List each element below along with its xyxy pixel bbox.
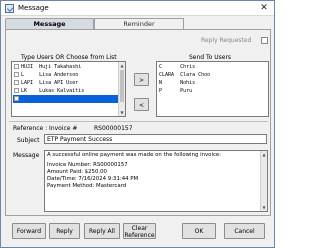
send-to-list[interactable]: C Chris CLARA Clara Choo N Nohis P Puru bbox=[156, 61, 269, 117]
subject-input[interactable]: ETP Payment Success bbox=[44, 134, 267, 144]
clear-reference-label-line2: Reference bbox=[124, 232, 155, 239]
user-checkbox[interactable] bbox=[14, 88, 19, 93]
user-checkbox[interactable] bbox=[14, 72, 19, 77]
title-bar: Message ✕ bbox=[1, 1, 274, 16]
recipient-code: P bbox=[159, 88, 163, 94]
list-item[interactable]: CLARA Clara Choo bbox=[159, 71, 259, 79]
scroll-up-icon[interactable]: ▲ bbox=[119, 62, 125, 69]
forward-button[interactable]: Forward bbox=[12, 223, 46, 239]
remove-user-button[interactable]: < bbox=[134, 98, 149, 111]
scroll-up-icon[interactable]: ▲ bbox=[261, 151, 267, 158]
recipient-name: Clara Choo bbox=[180, 72, 211, 78]
tab-message[interactable]: Message bbox=[5, 18, 94, 29]
add-user-button[interactable]: > bbox=[134, 73, 149, 86]
user-code: LK bbox=[21, 88, 28, 94]
reference-value: RS00000157 bbox=[94, 125, 133, 132]
reply-all-button[interactable]: Reply All bbox=[84, 223, 120, 239]
scroll-down-icon[interactable]: ▼ bbox=[261, 204, 267, 211]
message-line: Date/Time: 7/16/2024 9:31:44 PM bbox=[47, 176, 139, 182]
clear-reference-button[interactable]: Clear Reference bbox=[123, 223, 156, 239]
message-icon bbox=[5, 4, 14, 13]
list-item[interactable]: C Chris bbox=[159, 63, 259, 71]
send-to-users-label: Send To Users bbox=[189, 54, 232, 61]
user-code: L bbox=[21, 72, 25, 78]
user-checkbox[interactable] bbox=[14, 64, 19, 69]
close-icon[interactable]: ✕ bbox=[256, 2, 272, 14]
reply-requested-label: Reply Requested bbox=[201, 37, 252, 44]
message-line: Invoice Number: RS00000157 bbox=[47, 162, 128, 168]
message-scrollbar[interactable]: ▲ ▼ bbox=[260, 151, 267, 211]
subject-label: Subject bbox=[17, 137, 40, 144]
message-line: Amount Paid: $250.00 bbox=[47, 169, 107, 175]
message-line: A successful online payment was made on … bbox=[47, 152, 222, 158]
user-name: Huji Takahashi bbox=[39, 64, 82, 70]
user-list[interactable]: HUJI Huji Takahashi L Lisa Anderson LAPI… bbox=[11, 61, 126, 117]
list-item[interactable]: N Nohis bbox=[159, 79, 259, 87]
message-textarea[interactable]: A successful online payment was made on … bbox=[44, 150, 268, 212]
divider bbox=[9, 121, 268, 122]
message-window: Message ✕ Message Reminder Reply Request… bbox=[0, 0, 275, 248]
reference-label: Reference : Invoice # bbox=[13, 125, 78, 132]
list-item[interactable]: LAPI Lisa API User bbox=[13, 79, 118, 87]
scroll-down-icon[interactable]: ▼ bbox=[119, 109, 125, 116]
cancel-button[interactable]: Cancel bbox=[224, 223, 265, 239]
list-item-selected[interactable] bbox=[13, 95, 118, 103]
ok-button[interactable]: OK bbox=[182, 223, 216, 239]
tab-reminder[interactable]: Reminder bbox=[94, 18, 184, 29]
user-checkbox[interactable] bbox=[14, 96, 19, 101]
message-label: Message bbox=[13, 152, 40, 159]
message-line: Payment Method: Mastercard bbox=[47, 183, 127, 189]
list-item[interactable]: P Puru bbox=[159, 87, 259, 95]
user-code: LAPI bbox=[21, 80, 34, 86]
user-checkbox[interactable] bbox=[14, 80, 19, 85]
recipient-code: C bbox=[159, 64, 163, 70]
recipient-name: Chris bbox=[180, 64, 196, 70]
type-users-label: Type Users OR Choose from List bbox=[21, 54, 117, 61]
clear-reference-label-line1: Clear bbox=[131, 225, 148, 232]
user-name: Lisa API User bbox=[39, 80, 79, 86]
reply-button[interactable]: Reply bbox=[49, 223, 80, 239]
reply-requested-checkbox[interactable] bbox=[261, 37, 268, 44]
recipient-code: CLARA bbox=[159, 72, 175, 78]
user-code: HUJI bbox=[21, 64, 34, 70]
list-item[interactable]: LK Lukas Kalvaitis bbox=[13, 87, 118, 95]
list-item[interactable]: HUJI Huji Takahashi bbox=[13, 63, 118, 71]
user-list-scrollbar[interactable]: ▲ ▼ bbox=[118, 62, 125, 116]
recipient-code: N bbox=[159, 80, 163, 86]
window-title: Message bbox=[18, 4, 49, 12]
user-name: Lukas Kalvaitis bbox=[39, 88, 85, 94]
user-name: Lisa Anderson bbox=[39, 72, 79, 78]
list-item[interactable]: L Lisa Anderson bbox=[13, 71, 118, 79]
scroll-thumb[interactable] bbox=[120, 70, 124, 102]
recipient-name: Nohis bbox=[180, 80, 196, 86]
recipient-name: Puru bbox=[180, 88, 193, 94]
